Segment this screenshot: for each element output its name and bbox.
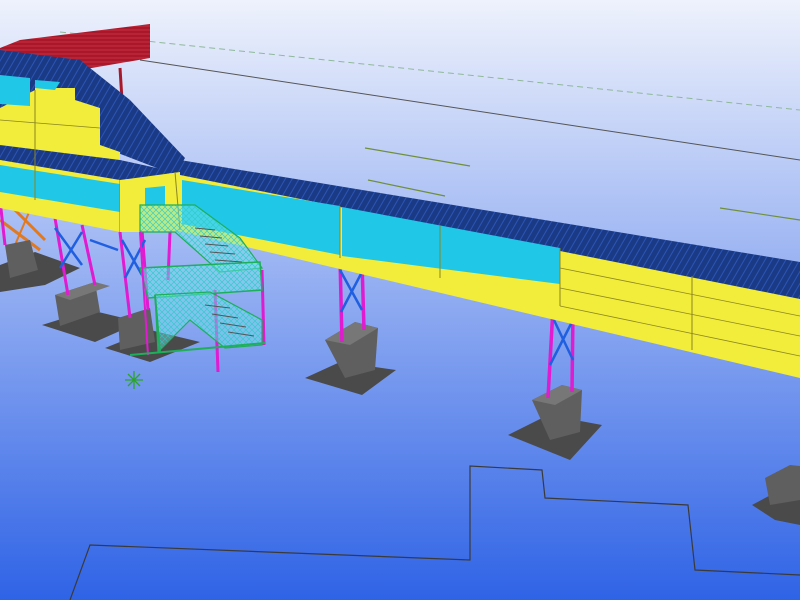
model-3d-viewport[interactable]	[0, 0, 800, 600]
transfer-tower-cyan	[145, 186, 165, 206]
inclined-cyan-panel	[0, 75, 30, 106]
conveyor-gallery-3d-model[interactable]	[0, 0, 800, 600]
